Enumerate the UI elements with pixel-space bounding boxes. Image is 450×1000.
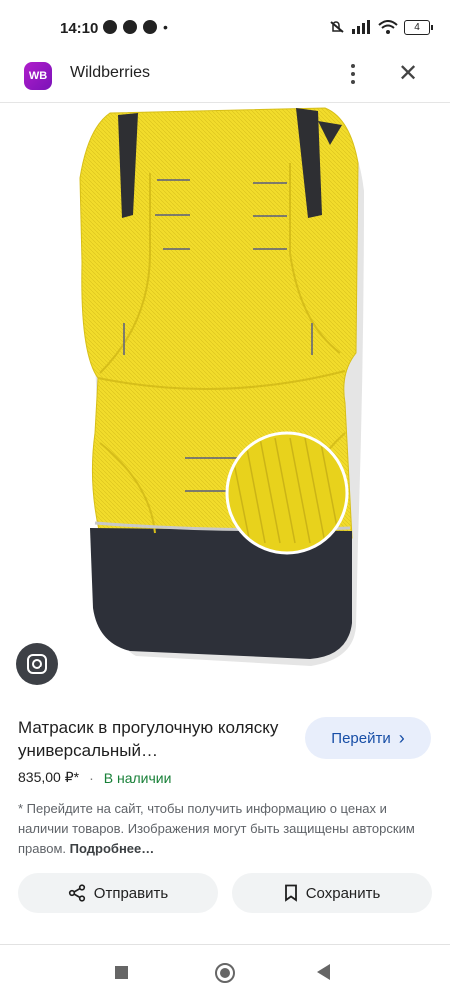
- go-to-site-button[interactable]: Перейти ›: [305, 717, 431, 759]
- mute-icon: [330, 21, 344, 33]
- stock-status: В наличии: [103, 769, 172, 786]
- more-info-link[interactable]: Подробнее…: [70, 841, 155, 856]
- chrome-icon: [123, 20, 137, 34]
- lens-icon: [27, 654, 47, 674]
- more-vert-icon[interactable]: [343, 60, 363, 90]
- product-title[interactable]: Матрасик в прогулочную коляску универсал…: [18, 716, 298, 762]
- wifi-icon: [378, 19, 398, 34]
- back-icon[interactable]: [317, 964, 330, 980]
- product-image[interactable]: [0, 103, 450, 698]
- recents-icon[interactable]: [115, 966, 128, 979]
- chevron-right-icon: ›: [398, 727, 405, 748]
- dot-icon: •: [163, 19, 168, 35]
- chrome-icon: [143, 20, 157, 34]
- system-nav-bar: [0, 950, 450, 1000]
- divider: [0, 944, 450, 945]
- whatsapp-icon: [103, 20, 117, 34]
- battery-icon: 4: [404, 19, 433, 35]
- app-header: WB Wildberries ✕: [0, 56, 450, 103]
- share-icon: [68, 884, 85, 902]
- product-price: 835,00 ₽*: [18, 769, 80, 785]
- save-label: Сохранить: [305, 884, 381, 902]
- lens-search-button[interactable]: [16, 643, 58, 685]
- home-icon[interactable]: [215, 963, 235, 983]
- wildberries-logo: WB: [24, 62, 52, 90]
- close-icon[interactable]: ✕: [394, 59, 422, 88]
- bookmark-icon: [284, 884, 297, 902]
- mattress-illustration: [79, 107, 364, 666]
- separator-dot: ·: [89, 769, 94, 786]
- signal-icon: [352, 20, 370, 34]
- app-title: Wildberries: [70, 64, 151, 81]
- save-button[interactable]: Сохранить: [232, 873, 432, 913]
- share-label: Отправить: [93, 884, 169, 902]
- go-button-label: Перейти: [331, 729, 391, 747]
- price-row: 835,00 ₽* · В наличии: [18, 769, 171, 786]
- disclaimer: * Перейдите на сайт, чтобы получить инфо…: [18, 799, 428, 859]
- share-button[interactable]: Отправить: [18, 873, 218, 913]
- status-bar: 14:10 • 4: [0, 0, 450, 56]
- status-time: 14:10: [60, 20, 99, 37]
